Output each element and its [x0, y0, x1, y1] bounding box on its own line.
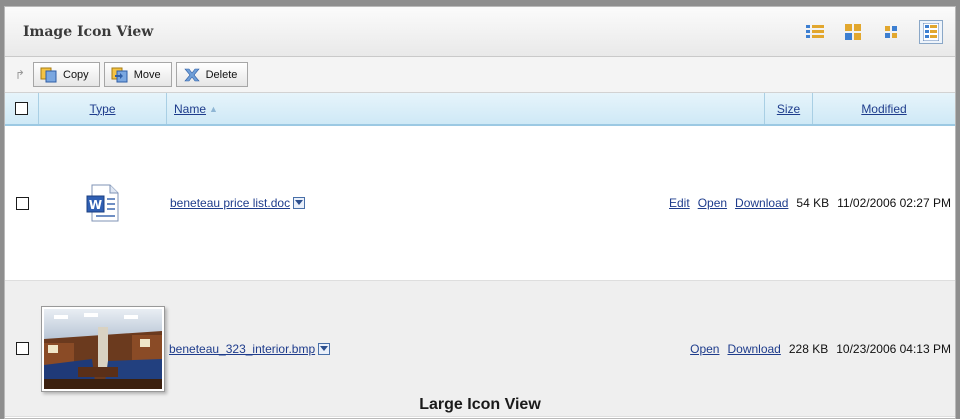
file-name-link[interactable]: beneteau_323_interior.bmp: [169, 342, 315, 356]
file-modified: 11/02/2006 02:27 PM: [837, 196, 951, 210]
modified-column-cell: Modified: [813, 93, 955, 124]
type-column-header[interactable]: Type: [89, 102, 115, 116]
window-frame: Image Icon View ↱ Copy Move Delete Type …: [0, 0, 960, 419]
size-column-header[interactable]: Size: [777, 102, 800, 116]
file-list-panel: Image Icon View ↱ Copy Move Delete Type …: [4, 6, 956, 419]
row-name-cell: beneteau_323_interior.bmp: [165, 342, 585, 356]
action-toolbar: ↱ Copy Move Delete: [5, 57, 955, 93]
copy-icon: [40, 67, 57, 82]
word-document-icon[interactable]: W: [86, 184, 120, 222]
image-icon-view-icon[interactable]: [919, 19, 943, 44]
copy-button[interactable]: Copy: [33, 62, 100, 87]
image-thumbnail[interactable]: [41, 305, 165, 392]
select-all-cell: [5, 93, 39, 124]
delete-button[interactable]: Delete: [175, 62, 249, 87]
panel-header: Image Icon View: [5, 7, 955, 57]
delete-icon: [183, 68, 200, 81]
download-link[interactable]: Download: [727, 342, 780, 356]
view-switcher: [805, 19, 943, 44]
file-size: 54 KB: [796, 196, 830, 210]
table-row: W beneteau price list.doc Edit Open Down…: [5, 126, 955, 281]
type-column-cell: Type: [39, 93, 167, 124]
sort-ascending-icon: ▲: [209, 103, 218, 114]
move-button[interactable]: Move: [103, 62, 172, 87]
open-link[interactable]: Open: [690, 342, 719, 356]
file-name-link[interactable]: beneteau price list.doc: [170, 196, 290, 210]
size-column-cell: Size: [765, 93, 813, 124]
panel-title: Image Icon View: [23, 23, 154, 40]
row-checkbox[interactable]: [15, 342, 29, 355]
open-link[interactable]: Open: [698, 196, 727, 210]
name-column-cell: Name ▲: [167, 93, 765, 124]
name-column-header[interactable]: Name: [174, 102, 206, 116]
row-type-cell: W: [39, 184, 167, 222]
copy-label: Copy: [63, 68, 89, 81]
row-name-cell: beneteau price list.doc: [167, 196, 587, 210]
select-all-checkbox[interactable]: [15, 102, 28, 115]
edit-link[interactable]: Edit: [669, 196, 690, 210]
small-icons-view-icon[interactable]: [881, 22, 901, 42]
modified-column-header[interactable]: Modified: [861, 102, 906, 116]
column-header-row: Type Name ▲ Size Modified: [5, 93, 955, 126]
row-type-cell: [39, 305, 165, 392]
up-folder-arrow-icon[interactable]: ↱: [11, 68, 29, 82]
svg-text:W: W: [89, 198, 102, 212]
file-menu-dropdown-icon[interactable]: [318, 342, 331, 355]
file-size: 228 KB: [788, 341, 829, 356]
move-icon: [111, 67, 128, 82]
row-actions-cell: Open Download 228 KB 10/23/2006 04:13 PM: [585, 342, 955, 356]
view-caption: Large Icon View: [419, 396, 541, 413]
large-icons-view-icon[interactable]: [843, 22, 863, 42]
details-view-icon[interactable]: [805, 22, 825, 42]
download-link[interactable]: Download: [735, 196, 788, 210]
row-check-cell: [5, 342, 39, 355]
row-check-cell: [5, 196, 39, 210]
delete-label: Delete: [205, 68, 238, 81]
row-actions-cell: Edit Open Download 54 KB 11/02/2006 02:2…: [587, 196, 955, 210]
row-checkbox[interactable]: [15, 196, 29, 210]
file-menu-dropdown-icon[interactable]: [293, 197, 306, 209]
move-label: Move: [133, 68, 161, 81]
file-modified: 10/23/2006 04:13 PM: [836, 341, 951, 356]
